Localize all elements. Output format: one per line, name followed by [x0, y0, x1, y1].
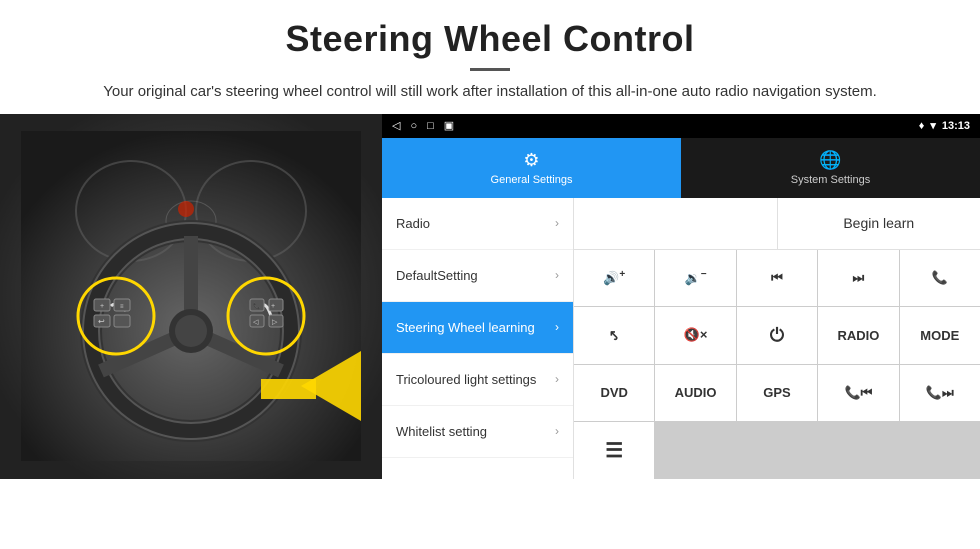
location-icon: ♦ — [919, 120, 925, 132]
vol-up-icon: 🔊+ — [603, 269, 625, 286]
content-area: Radio › DefaultSetting › Steering Wheel … — [382, 198, 980, 479]
audio-button[interactable]: AUDIO — [655, 365, 735, 422]
tel-next-icon: 📞⏭ — [926, 385, 954, 401]
wifi-icon: ▾ — [930, 119, 936, 132]
menu-chevron-default: › — [555, 268, 559, 282]
radio-label: RADIO — [837, 328, 879, 343]
gps-label: GPS — [763, 385, 790, 400]
menu-item-whitelist-label: Whitelist setting — [396, 424, 487, 439]
menu-item-default-setting[interactable]: DefaultSetting › — [382, 250, 573, 302]
mute-button[interactable]: 🔇× — [655, 307, 735, 364]
menu-item-tricoloured[interactable]: Tricoloured light settings › — [382, 354, 573, 406]
nav-back-icon[interactable]: ◁ — [392, 119, 400, 132]
menu-chevron-radio: › — [555, 216, 559, 230]
status-bar-info: ♦ ▾ 13:13 — [919, 119, 970, 132]
menu-chevron-whitelist: › — [555, 424, 559, 438]
list-icon: ☰ — [605, 438, 623, 463]
tab-bar: ⚙ General Settings 🌐 System Settings — [382, 138, 980, 198]
status-bar: ◁ ○ □ ▣ ♦ ▾ 13:13 — [382, 114, 980, 138]
nav-home-icon[interactable]: ○ — [410, 120, 417, 132]
controls-grid: 🔊+ 🔉− ⏮ ⏭ 📞 — [574, 250, 980, 479]
hangup-button[interactable]: ↪ — [574, 307, 654, 364]
audio-label: AUDIO — [675, 385, 717, 400]
system-settings-icon: 🌐 — [819, 150, 841, 171]
svg-text:+: + — [100, 303, 104, 310]
tel-next-button[interactable]: 📞⏭ — [900, 365, 980, 422]
tel-prev-icon: 📞⏮ — [844, 385, 872, 401]
dvd-label: DVD — [600, 385, 627, 400]
vol-up-button[interactable]: 🔊+ — [574, 250, 654, 307]
tab-system[interactable]: 🌐 System Settings — [681, 138, 980, 198]
dvd-button[interactable]: DVD — [574, 365, 654, 422]
android-ui: ◁ ○ □ ▣ ♦ ▾ 13:13 ⚙ General Settings 🌐 S… — [382, 114, 980, 479]
menu-item-default-label: DefaultSetting — [396, 268, 478, 283]
phone-icon: 📞 — [932, 270, 948, 286]
menu-item-steering-wheel[interactable]: Steering Wheel learning › — [382, 302, 573, 354]
status-time: 13:13 — [942, 120, 970, 132]
svg-text:↩: ↩ — [98, 317, 105, 326]
steering-wheel-svg: + ≡ ↩ 📞 + ◁ ▷ — [21, 131, 361, 461]
right-panel: Begin learn 🔊+ 🔉− ⏮ ⏭ — [574, 198, 980, 479]
page-header: Steering Wheel Control Your original car… — [0, 0, 980, 114]
car-image-section: + ≡ ↩ 📞 + ◁ ▷ — [0, 114, 382, 479]
prev-button[interactable]: ⏮ — [737, 250, 817, 307]
list-button[interactable]: ☰ — [574, 422, 654, 479]
menu-item-tricoloured-label: Tricoloured light settings — [396, 372, 536, 387]
power-button[interactable]: ⏻ — [737, 307, 817, 364]
nav-recent-icon[interactable]: □ — [427, 120, 434, 132]
next-icon: ⏭ — [853, 270, 865, 286]
panel-top-row: Begin learn — [574, 198, 980, 250]
menu-item-steering-label: Steering Wheel learning — [396, 320, 535, 335]
header-divider — [470, 68, 510, 71]
begin-learn-button[interactable]: Begin learn — [778, 198, 980, 249]
steering-wheel-image: + ≡ ↩ 📞 + ◁ ▷ — [0, 114, 382, 479]
svg-text:📞: 📞 — [253, 302, 261, 310]
menu-panel: Radio › DefaultSetting › Steering Wheel … — [382, 198, 574, 479]
mode-button[interactable]: MODE — [900, 307, 980, 364]
prev-icon: ⏮ — [771, 270, 783, 286]
menu-chevron-steering: › — [555, 320, 559, 334]
menu-chevron-tricoloured: › — [555, 372, 559, 386]
phone-button[interactable]: 📞 — [900, 250, 980, 307]
tab-general-label: General Settings — [491, 174, 573, 186]
tab-general[interactable]: ⚙ General Settings — [382, 138, 681, 198]
status-bar-nav: ◁ ○ □ ▣ — [392, 119, 454, 132]
svg-text:◁: ◁ — [253, 319, 259, 326]
vol-down-button[interactable]: 🔉− — [655, 250, 735, 307]
car-background: + ≡ ↩ 📞 + ◁ ▷ — [0, 114, 382, 479]
nav-cast-icon[interactable]: ▣ — [444, 119, 454, 132]
next-button[interactable]: ⏭ — [818, 250, 898, 307]
tel-prev-button[interactable]: 📞⏮ — [818, 365, 898, 422]
mode-label: MODE — [920, 328, 959, 343]
power-icon: ⏻ — [770, 325, 784, 346]
svg-text:≡: ≡ — [120, 304, 124, 310]
gps-button[interactable]: GPS — [737, 365, 817, 422]
radio-button[interactable]: RADIO — [818, 307, 898, 364]
menu-item-radio[interactable]: Radio › — [382, 198, 573, 250]
header-subtitle: Your original car's steering wheel contr… — [60, 81, 920, 104]
menu-item-whitelist[interactable]: Whitelist setting › — [382, 406, 573, 458]
mute-icon: 🔇× — [684, 327, 708, 343]
tab-system-label: System Settings — [791, 174, 870, 186]
general-settings-icon: ⚙ — [523, 150, 539, 171]
empty-box — [574, 198, 778, 249]
svg-text:▷: ▷ — [272, 319, 278, 326]
menu-item-radio-label: Radio — [396, 216, 430, 231]
vol-down-icon: 🔉− — [685, 269, 707, 286]
main-content: + ≡ ↩ 📞 + ◁ ▷ — [0, 114, 980, 479]
svg-text:+: + — [271, 303, 275, 310]
page-title: Steering Wheel Control — [60, 18, 920, 60]
hangup-icon: ↪ — [605, 326, 624, 345]
